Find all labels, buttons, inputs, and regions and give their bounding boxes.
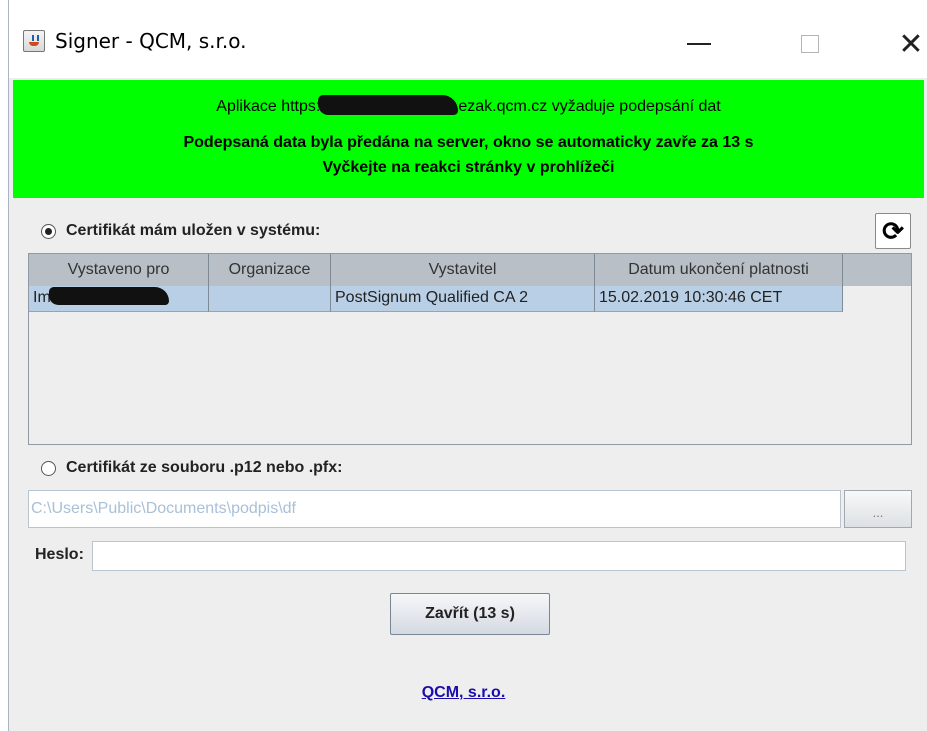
column-expiry[interactable]: Datum ukončení platnosti [595, 254, 843, 286]
refresh-button[interactable]: ⟳ [875, 213, 911, 249]
banner-url-suffix: ezak.qcm.cz vyžaduje podepsání dat [458, 98, 721, 115]
title-bar: Signer - QCM, s.r.o. ✕ [9, 0, 927, 78]
cell-organization [209, 286, 331, 312]
cell-issued-to: Im [29, 286, 209, 312]
password-label: Heslo: [35, 546, 84, 563]
refresh-icon: ⟳ [882, 215, 904, 246]
password-field[interactable] [92, 541, 906, 571]
window-title: Signer - QCM, s.r.o. [55, 29, 247, 53]
system-cert-label: Certifikát mám uložen v systému: [66, 222, 321, 239]
redaction-mark [48, 287, 169, 305]
browse-button[interactable]: ... [844, 490, 912, 528]
maximize-icon [801, 35, 819, 53]
banner-request-line: Aplikace https: ezak.qcm.cz vyžaduje pode… [13, 95, 924, 116]
close-dialog-button[interactable]: Zavřít (13 s) [390, 593, 550, 635]
system-cert-radio[interactable] [41, 224, 56, 239]
file-cert-radio[interactable] [41, 461, 56, 476]
column-organization[interactable]: Organizace [209, 254, 331, 286]
footer-company-link[interactable]: QCM, s.r.o. [0, 684, 927, 702]
banner-url-prefix: Aplikace https: [216, 98, 321, 115]
file-cert-label: Certifikát ze souboru .p12 nebo .pfx: [66, 459, 343, 476]
table-row[interactable]: Im PostSignum Qualified CA 2 15.02.2019 … [29, 286, 843, 312]
minimize-button[interactable] [664, 14, 734, 74]
java-cup-icon [23, 30, 45, 52]
table-header: Vystaveno pro Organizace Vystavitel Datu… [29, 254, 911, 286]
redaction-mark [318, 95, 459, 115]
certificate-table[interactable]: Vystaveno pro Organizace Vystavitel Datu… [28, 253, 912, 445]
cert-file-path-field[interactable]: C:\Users\Public\Documents\podpis\df [28, 490, 841, 528]
cell-expiry: 15.02.2019 10:30:46 CET [595, 286, 843, 312]
close-window-button[interactable]: ✕ [876, 14, 927, 74]
status-banner: Aplikace https: ezak.qcm.cz vyžaduje pode… [13, 80, 924, 198]
column-issued-to[interactable]: Vystaveno pro [29, 254, 209, 286]
cell-issuer: PostSignum Qualified CA 2 [331, 286, 595, 312]
column-issuer[interactable]: Vystavitel [331, 254, 595, 286]
minimize-icon [687, 43, 711, 45]
banner-status-line: Podepsaná data byla předána na server, o… [183, 134, 754, 151]
close-icon: ✕ [898, 26, 924, 62]
maximize-button[interactable] [775, 14, 845, 74]
banner-wait-line: Vyčkejte na reakci stránky v prohlížeči [322, 159, 615, 176]
footer-link-text[interactable]: QCM, s.r.o. [422, 684, 506, 701]
